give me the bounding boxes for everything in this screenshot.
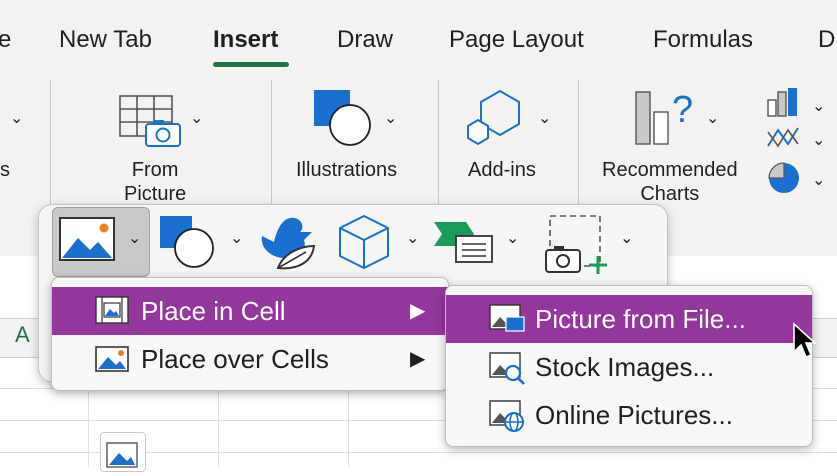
cell-picture-placeholder[interactable] xyxy=(100,432,146,472)
tab-formulas[interactable]: Formulas xyxy=(653,26,753,54)
mouse-cursor-icon xyxy=(792,322,818,365)
column-chart-icon[interactable] xyxy=(766,86,802,123)
chevron-down-icon[interactable]: ⌄ xyxy=(538,108,551,128)
tab-insert[interactable]: Insert xyxy=(213,26,278,54)
tab-page-layout[interactable]: Page Layout xyxy=(449,26,584,54)
tab-draw[interactable]: Draw xyxy=(337,26,393,54)
chevron-down-icon[interactable]: ⌄ xyxy=(706,108,719,128)
recommended-charts-icon[interactable]: ? xyxy=(632,88,702,153)
column-header-a[interactable]: A xyxy=(15,322,30,348)
svg-text:?: ? xyxy=(672,89,693,131)
add-ins-label: Add-ins xyxy=(468,159,536,181)
from-picture-icon[interactable] xyxy=(118,94,184,155)
recommended-charts-label: Recommended Charts xyxy=(602,159,738,205)
pie-chart-icon[interactable] xyxy=(766,160,802,199)
online-pictures-item[interactable]: Online Pictures... xyxy=(446,391,812,439)
submenu-arrow-icon: ▶ xyxy=(410,348,426,370)
place-over-cells-item[interactable]: Place over Cells ▶ xyxy=(52,335,448,383)
tab-data-partial[interactable]: e xyxy=(0,26,11,54)
ribbon-tab-bar: e New Tab Insert Draw Page Layout Formul… xyxy=(0,0,837,78)
from-picture-label: From Picture xyxy=(124,159,187,205)
picture-placement-menu: Place in Cell ▶ Place over Cells ▶ xyxy=(51,277,449,391)
chevron-down-icon[interactable]: ⌄ xyxy=(812,96,825,116)
smartart-icon[interactable] xyxy=(432,218,496,273)
ribbon-separator xyxy=(50,80,51,205)
illustrations-icon[interactable] xyxy=(312,88,374,153)
online-pictures-icon xyxy=(488,397,526,448)
tab-partial-right[interactable]: D xyxy=(818,26,835,54)
tab-new-tab[interactable]: New Tab xyxy=(59,26,152,54)
place-in-cell-item[interactable]: Place in Cell ▶ xyxy=(52,287,448,335)
illustrations-label: Illustrations xyxy=(296,159,398,181)
chevron-down-icon[interactable]: ⌄ xyxy=(128,228,141,248)
shapes-icon[interactable] xyxy=(158,214,218,275)
chevron-down-icon[interactable]: ⌄ xyxy=(384,108,397,128)
ribbon-separator xyxy=(271,80,272,205)
chevron-down-icon[interactable]: ⌄ xyxy=(812,170,825,190)
active-tab-indicator xyxy=(213,62,289,67)
chevron-down-icon[interactable]: ⌄ xyxy=(190,108,203,128)
picture-from-file-item[interactable]: Picture from File... xyxy=(446,295,812,343)
chevron-down-icon[interactable]: ⌄ xyxy=(10,108,23,128)
picture-icon[interactable] xyxy=(58,216,118,267)
3d-models-icon[interactable] xyxy=(336,212,392,277)
submenu-arrow-icon: ▶ xyxy=(410,300,426,322)
screenshot-icon[interactable] xyxy=(544,212,614,281)
chevron-down-icon[interactable]: ⌄ xyxy=(506,228,519,248)
chevron-down-icon[interactable]: ⌄ xyxy=(812,130,825,150)
place-over-cells-icon xyxy=(94,341,130,392)
icons-icon[interactable] xyxy=(256,212,318,279)
ribbon-separator xyxy=(578,80,579,205)
stock-images-item[interactable]: Stock Images... xyxy=(446,343,812,391)
add-ins-icon[interactable] xyxy=(464,88,528,153)
chevron-down-icon[interactable]: ⌄ xyxy=(406,228,419,248)
chevron-down-icon[interactable]: ⌄ xyxy=(620,228,633,248)
chevron-down-icon[interactable]: ⌄ xyxy=(230,228,243,248)
ribbon-partial-label: s xyxy=(0,159,10,181)
picture-source-submenu: Picture from File... Stock Images... Onl… xyxy=(445,285,813,447)
line-chart-icon[interactable] xyxy=(766,124,802,157)
ribbon-separator xyxy=(438,80,439,205)
